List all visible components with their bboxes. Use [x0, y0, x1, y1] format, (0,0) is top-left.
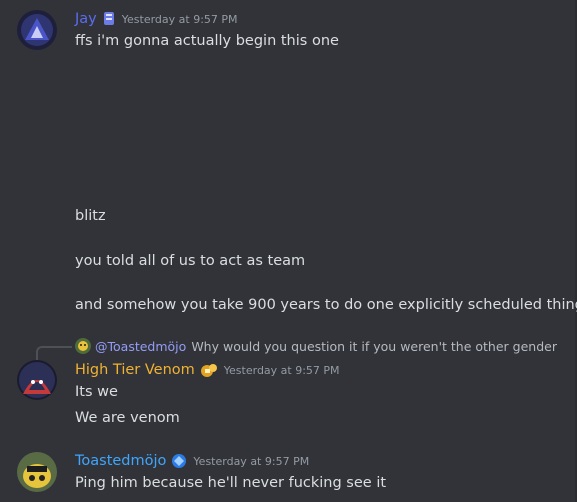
- role-icon: [101, 11, 117, 27]
- message-text: We are venom: [75, 410, 180, 426]
- avatar[interactable]: [17, 452, 57, 492]
- role-icon: [170, 453, 188, 469]
- message-text: ffs i'm gonna actually begin this one: [75, 33, 339, 49]
- avatar[interactable]: [17, 10, 57, 50]
- message-text: blitz: [75, 208, 106, 224]
- reply-text: Why would you question it if you weren't…: [191, 338, 557, 354]
- username[interactable]: Toastedmöjo: [75, 453, 166, 469]
- timestamp[interactable]: Yesterday at 9:57 PM: [193, 455, 309, 468]
- message-text: you told all of us to act as team: [75, 253, 306, 269]
- timestamp[interactable]: Yesterday at 9:57 PM: [122, 13, 238, 26]
- timestamp[interactable]: Yesterday at 9:57 PM: [224, 364, 340, 377]
- reply-avatar: [75, 338, 91, 354]
- message-text: and somehow you take 900 years to do one…: [75, 297, 577, 313]
- message-text: Ping him because he'll never fucking see…: [75, 475, 387, 491]
- avatar[interactable]: [17, 360, 57, 400]
- username[interactable]: High Tier Venom: [75, 362, 195, 378]
- reply-preview[interactable]: @Toastedmöjo Why would you question it i…: [75, 338, 557, 354]
- role-icon: [199, 362, 219, 378]
- username[interactable]: Jay: [75, 11, 97, 27]
- message-text: Its we: [75, 384, 118, 400]
- message-jay: Jay Yesterday at 9:57 PM ffs i'm gonna a…: [0, 0, 577, 330]
- reply-spine: [36, 346, 72, 360]
- reply-mention[interactable]: @Toastedmöjo: [95, 339, 186, 354]
